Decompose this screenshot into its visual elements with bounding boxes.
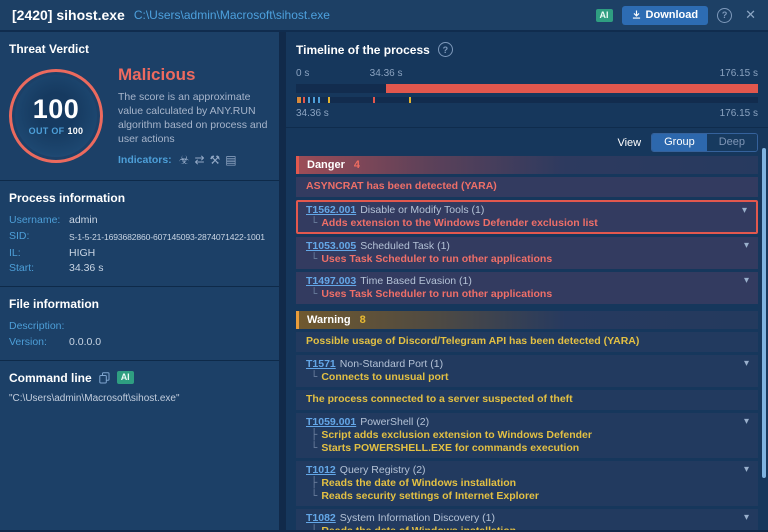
threat-score-gauge: 100 OUT OF100: [9, 69, 103, 163]
timeline-title: Timeline of the process: [296, 43, 430, 57]
technique-link[interactable]: T1497.003: [306, 275, 356, 287]
chevron-down-icon[interactable]: ▾: [742, 204, 747, 217]
signals-list: Danger4 ASYNCRAT has been detected (YARA…: [286, 156, 768, 530]
scrollbar-thumb[interactable]: [762, 148, 766, 478]
timeline-activity-bar[interactable]: [296, 84, 758, 93]
download-icon: [632, 10, 641, 19]
timeline-section: Timeline of the process ? 0 s 34.36 s 17…: [286, 32, 768, 128]
process-details-window: [2420] sihost.exe C:\Users\admin\Macroso…: [0, 0, 768, 532]
download-button[interactable]: Download: [622, 6, 709, 25]
timeline-event-tick: [409, 97, 411, 103]
process-path: C:\Users\admin\Macrosoft\sihost.exe: [134, 8, 587, 22]
command-line-value: "C:\Users\admin\Macrosoft\sihost.exe": [9, 393, 270, 404]
view-deep-button[interactable]: Deep: [707, 134, 757, 151]
timeline-event-tick: [373, 97, 375, 103]
timeline-event-tick: [328, 97, 330, 103]
timeline-sub-labels: 34.36 s 176.15 s: [296, 108, 758, 122]
window-header: [2420] sihost.exe C:\Users\admin\Macroso…: [0, 0, 768, 32]
technique-row-T1059-001[interactable]: T1059.001PowerShell (2) ▾ ├Script adds e…: [296, 413, 758, 458]
verdict-label: Malicious: [118, 65, 272, 85]
yara-alert-asyncrat[interactable]: ASYNCRAT has been detected (YARA): [296, 177, 758, 197]
timeline-activity-fill: [386, 84, 758, 93]
chevron-down-icon[interactable]: ▾: [744, 239, 749, 252]
help-icon[interactable]: ?: [717, 8, 732, 23]
version-row: Version: 0.0.0.0: [9, 335, 270, 351]
timeline-event-tick: [308, 97, 310, 103]
tree-connector: └: [311, 371, 317, 383]
threat-score-value: 100: [33, 96, 80, 123]
sid-row: SID: S-1-5-21-1693682860-607145093-28740…: [9, 229, 270, 245]
tree-connector: ├: [311, 477, 317, 489]
file-information-section: File information Description: Version: 0…: [0, 287, 279, 361]
tree-connector: ├: [311, 429, 317, 441]
timeline-event-tick: [297, 97, 301, 103]
technique-link[interactable]: T1059.001: [306, 416, 356, 428]
process-title: [2420] sihost.exe: [12, 7, 125, 23]
technique-row-T1012[interactable]: T1012Query Registry (2) ▾ ├Reads the dat…: [296, 461, 758, 506]
description-row: Description:: [9, 319, 270, 335]
technique-link[interactable]: T1082: [306, 512, 336, 524]
file-information-title: File information: [9, 297, 270, 311]
username-row: Username: admin: [9, 213, 270, 229]
chevron-down-icon[interactable]: ▾: [744, 415, 749, 428]
view-toggle-row: View Group Deep: [286, 128, 768, 156]
tree-connector: └: [311, 525, 317, 530]
il-row: IL: HIGH: [9, 246, 270, 262]
copy-icon[interactable]: [99, 372, 110, 384]
start-row: Start: 34.36 s: [9, 261, 270, 277]
technique-link[interactable]: T1562.001: [306, 204, 356, 216]
tree-connector: └: [311, 253, 317, 265]
chevron-down-icon[interactable]: ▾: [744, 463, 749, 476]
threat-verdict-section: Threat Verdict 100 OUT OF100 Malicious T…: [0, 32, 279, 181]
technique-link[interactable]: T1571: [306, 358, 336, 370]
indicators-label: Indicators:: [118, 154, 172, 166]
warning-count: 8: [360, 314, 366, 326]
biohazard-icon[interactable]: ☣: [179, 153, 190, 167]
view-group-button[interactable]: Group: [652, 134, 707, 151]
threat-verdict-title: Threat Verdict: [9, 42, 270, 56]
command-line-section: Command line AI "C:\Users\admin\Macrosof…: [0, 361, 279, 413]
tree-connector: └: [311, 288, 317, 300]
technique-row-T1497-003[interactable]: T1497.003Time Based Evasion (1) ▾ └Uses …: [296, 272, 758, 304]
verdict-description: The score is an approximate value calcul…: [118, 91, 272, 146]
technique-row-T1053-005[interactable]: T1053.005Scheduled Task (1) ▾ └Uses Task…: [296, 237, 758, 269]
theft-server-alert[interactable]: The process connected to a server suspec…: [296, 390, 758, 410]
report-icon[interactable]: ▤: [225, 153, 236, 167]
view-label: View: [617, 137, 641, 149]
technique-row-T1571[interactable]: T1571Non-Standard Port (1) ▾ └Connects t…: [296, 355, 758, 387]
timeline-event-tick: [303, 97, 305, 103]
tree-connector: └: [311, 217, 317, 229]
command-line-title: Command line: [9, 371, 92, 385]
technique-link[interactable]: T1053.005: [306, 240, 356, 252]
warning-section-header: Warning8: [296, 311, 758, 329]
timeline-events-bar[interactable]: [296, 97, 758, 103]
command-line-ai-badge[interactable]: AI: [117, 371, 134, 384]
threat-score-outof: OUT OF100: [29, 126, 84, 136]
ai-badge[interactable]: AI: [596, 9, 613, 22]
yara-alert-discord-telegram[interactable]: Possible usage of Discord/Telegram API h…: [296, 332, 758, 352]
chevron-down-icon[interactable]: ▾: [744, 357, 749, 370]
danger-section-header: Danger4: [296, 156, 758, 174]
details-sidebar: Threat Verdict 100 OUT OF100 Malicious T…: [0, 32, 279, 530]
timeline-ruler: 0 s 34.36 s 176.15 s: [296, 68, 758, 81]
process-information-section: Process information Username: admin SID:…: [0, 181, 279, 287]
close-icon[interactable]: ✕: [745, 7, 756, 23]
tools-icon[interactable]: ⚒: [210, 153, 221, 167]
danger-count: 4: [354, 159, 360, 171]
chevron-down-icon[interactable]: ▾: [744, 511, 749, 524]
timeline-event-tick: [313, 97, 315, 103]
timeline-event-tick: [318, 97, 320, 103]
technique-row-T1562-001[interactable]: T1562.001Disable or Modify Tools (1) ▾ └…: [296, 200, 758, 234]
tree-connector: └: [311, 490, 317, 502]
chevron-down-icon[interactable]: ▾: [744, 274, 749, 287]
technique-row-T1082[interactable]: T1082System Information Discovery (1) ▾ …: [296, 509, 758, 530]
timeline-help-icon[interactable]: ?: [438, 42, 453, 57]
network-transfer-icon[interactable]: ⇄: [194, 153, 204, 167]
behavior-panel: Timeline of the process ? 0 s 34.36 s 17…: [286, 32, 768, 530]
technique-link[interactable]: T1012: [306, 464, 336, 476]
tree-connector: └: [311, 442, 317, 454]
process-information-title: Process information: [9, 191, 270, 205]
